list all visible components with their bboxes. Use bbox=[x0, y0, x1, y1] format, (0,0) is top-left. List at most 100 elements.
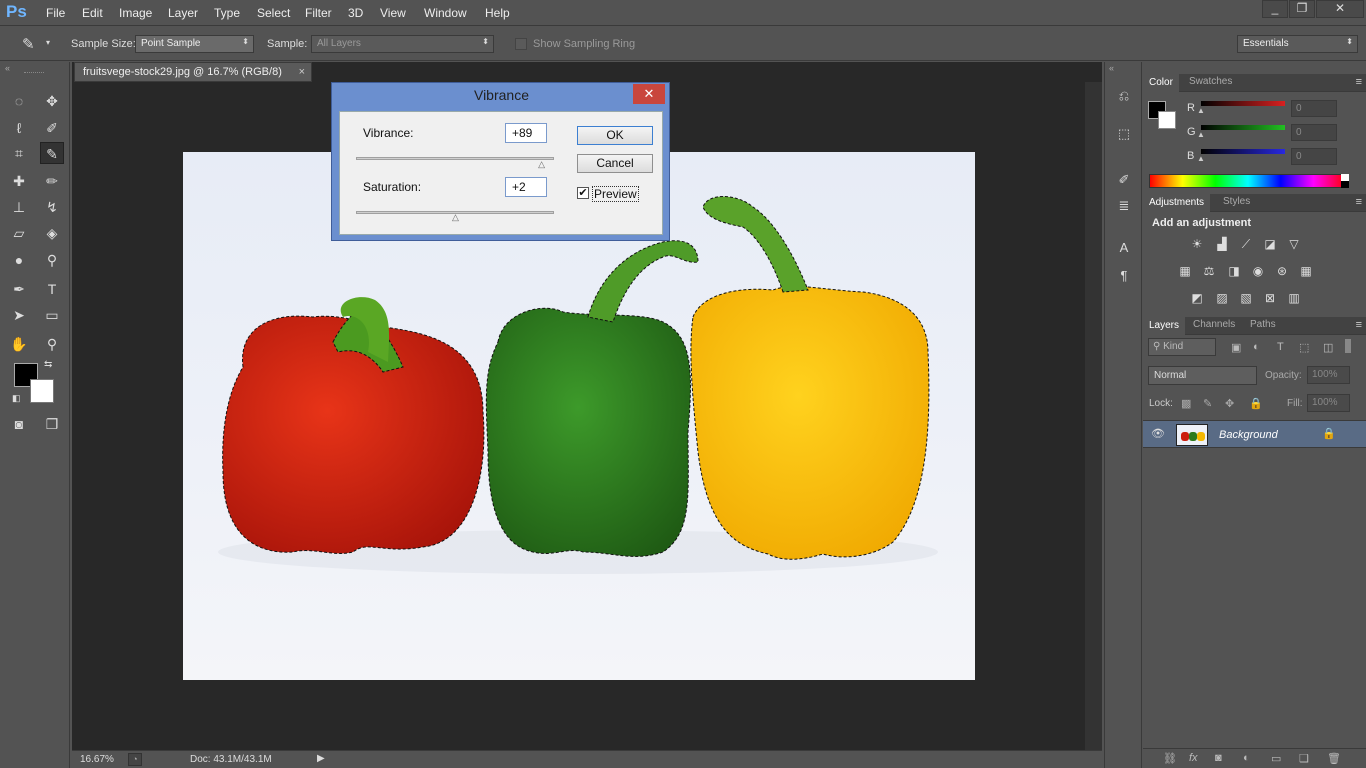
menu-view[interactable]: View bbox=[380, 6, 406, 20]
lock-all-icon[interactable]: 🔒 bbox=[1249, 397, 1263, 410]
menu-select[interactable]: Select bbox=[257, 6, 290, 20]
restore-button[interactable]: ❐ bbox=[1289, 0, 1315, 18]
collapse-icon[interactable]: « bbox=[1109, 63, 1114, 73]
visibility-eye-icon[interactable]: 👁 bbox=[1151, 427, 1165, 440]
marquee-tool-icon[interactable]: ◌ bbox=[7, 90, 31, 112]
paint-bucket-tool-icon[interactable]: ◈ bbox=[40, 222, 64, 244]
panel-menu-icon[interactable]: ≡ bbox=[1356, 319, 1362, 331]
minimize-button[interactable]: _ bbox=[1262, 0, 1288, 18]
status-menu-arrow-icon[interactable]: ▶ bbox=[317, 753, 325, 764]
color-panel-background-swatch[interactable] bbox=[1158, 111, 1176, 129]
swap-colors-icon[interactable]: ⇆ bbox=[44, 359, 52, 370]
zoom-tool-icon[interactable]: ⚲ bbox=[40, 333, 64, 355]
color-balance-icon[interactable]: ⚖ bbox=[1200, 263, 1218, 279]
spectrum-white-chip[interactable] bbox=[1341, 174, 1349, 181]
sample-size-select[interactable]: Point Sample ⬍ bbox=[135, 35, 254, 53]
filter-toggle[interactable] bbox=[1345, 339, 1351, 353]
hand-tool-icon[interactable]: ✋ bbox=[7, 333, 31, 355]
menu-3d[interactable]: 3D bbox=[348, 6, 363, 20]
preview-checkbox[interactable]: ✔ bbox=[577, 187, 589, 199]
new-layer-icon[interactable]: ❑ bbox=[1299, 752, 1309, 765]
document-tab[interactable]: fruitsvege-stock29.jpg @ 16.7% (RGB/8) × bbox=[74, 62, 312, 82]
collapse-icon[interactable]: « bbox=[5, 63, 10, 73]
quick-mask-icon[interactable]: ◙ bbox=[7, 413, 31, 435]
channel-b-value[interactable]: 0 bbox=[1291, 148, 1337, 165]
invert-icon[interactable]: ◩ bbox=[1188, 290, 1206, 306]
rectangle-tool-icon[interactable]: ▭ bbox=[40, 304, 64, 326]
cancel-button[interactable]: Cancel bbox=[577, 154, 653, 173]
curves-icon[interactable]: ⟋ bbox=[1237, 236, 1255, 252]
vibrance-slider[interactable] bbox=[356, 157, 554, 160]
filter-shape-icon[interactable]: ⬚ bbox=[1299, 341, 1309, 354]
blend-mode-select[interactable]: Normal bbox=[1148, 366, 1257, 385]
background-color-swatch[interactable] bbox=[30, 379, 54, 403]
vibrance-slider-thumb[interactable]: △ bbox=[538, 160, 548, 169]
opacity-field[interactable]: 100% bbox=[1307, 366, 1350, 384]
panel-menu-icon[interactable]: ≡ bbox=[1356, 196, 1362, 208]
exposure-icon[interactable]: ◪ bbox=[1261, 236, 1279, 252]
color-lookup-icon[interactable]: ▦ bbox=[1297, 263, 1315, 279]
layer-name[interactable]: Background bbox=[1219, 429, 1278, 441]
default-colors-icon[interactable]: ◧ bbox=[12, 393, 21, 404]
crop-tool-icon[interactable]: ⌗ bbox=[7, 142, 31, 164]
eraser-tool-icon[interactable]: ▱ bbox=[7, 222, 31, 244]
filter-pixel-icon[interactable]: ▣ bbox=[1231, 341, 1241, 354]
show-ring-checkbox[interactable] bbox=[515, 38, 527, 50]
lock-position-icon[interactable]: ✥ bbox=[1225, 397, 1234, 410]
add-mask-icon[interactable]: ◙ bbox=[1215, 752, 1222, 764]
menu-help[interactable]: Help bbox=[485, 6, 510, 20]
tab-color[interactable]: Color bbox=[1143, 74, 1179, 92]
sample-select[interactable]: All Layers ⬍ bbox=[311, 35, 494, 53]
lock-pixels-icon[interactable]: ✎ bbox=[1203, 397, 1212, 410]
workspace-select[interactable]: Essentials ⬍ bbox=[1237, 35, 1358, 53]
channel-r-value[interactable]: 0 bbox=[1291, 100, 1337, 117]
tab-adjustments[interactable]: Adjustments bbox=[1143, 194, 1211, 212]
chevron-down-icon[interactable]: ▾ bbox=[46, 38, 50, 47]
menu-edit[interactable]: Edit bbox=[82, 6, 103, 20]
vibrance-icon[interactable]: ▽ bbox=[1285, 236, 1303, 252]
pen-tool-icon[interactable]: ✒ bbox=[7, 278, 31, 300]
brush-tool-icon[interactable]: ✏ bbox=[40, 170, 64, 192]
move-tool-icon[interactable]: ✥ bbox=[40, 90, 64, 112]
gradient-map-icon[interactable]: ▥ bbox=[1285, 290, 1303, 306]
saturation-input[interactable]: +2 bbox=[505, 177, 547, 197]
posterize-icon[interactable]: ▨ bbox=[1213, 290, 1231, 306]
grip-icon[interactable] bbox=[24, 72, 44, 74]
type-tool-icon[interactable]: T bbox=[40, 278, 64, 300]
tab-layers[interactable]: Layers bbox=[1143, 317, 1186, 335]
lock-transparent-icon[interactable]: ▩ bbox=[1181, 397, 1191, 410]
tab-styles[interactable]: Styles bbox=[1223, 196, 1250, 207]
brush-panel-icon[interactable]: ✐ bbox=[1115, 172, 1133, 190]
close-window-button[interactable]: ✕ bbox=[1316, 0, 1364, 18]
levels-icon[interactable]: ▟ bbox=[1213, 236, 1231, 252]
color-spectrum-ramp[interactable] bbox=[1149, 174, 1347, 188]
brightness-contrast-icon[interactable]: ☀ bbox=[1188, 236, 1206, 252]
screen-mode-icon[interactable]: ❐ bbox=[40, 413, 64, 435]
eyedropper-tool-icon[interactable]: ✎ bbox=[40, 142, 64, 164]
status-info-icon[interactable]: ◔ bbox=[128, 753, 142, 766]
dodge-tool-icon[interactable]: ⚲ bbox=[40, 249, 64, 271]
slider-thumb-icon[interactable]: ▲ bbox=[1197, 106, 1205, 115]
history-brush-tool-icon[interactable]: ↯ bbox=[40, 196, 64, 218]
filter-adjustment-icon[interactable]: ◐ bbox=[1253, 341, 1260, 353]
dialog-close-button[interactable]: ✕ bbox=[633, 84, 665, 104]
menu-filter[interactable]: Filter bbox=[305, 6, 332, 20]
healing-brush-tool-icon[interactable]: ✚ bbox=[7, 170, 31, 192]
menu-image[interactable]: Image bbox=[119, 6, 152, 20]
filter-smart-object-icon[interactable]: ◫ bbox=[1323, 341, 1333, 354]
blur-tool-icon[interactable]: ● bbox=[7, 249, 31, 271]
brush-presets-icon[interactable]: ≣ bbox=[1115, 198, 1133, 216]
layer-style-icon[interactable]: fx bbox=[1189, 752, 1198, 764]
slider-thumb-icon[interactable]: ▲ bbox=[1197, 154, 1205, 163]
new-group-icon[interactable]: ▭ bbox=[1271, 752, 1281, 765]
selective-color-icon[interactable]: ⊠ bbox=[1261, 290, 1279, 306]
channel-g-slider[interactable] bbox=[1201, 125, 1285, 130]
photo-filter-icon[interactable]: ◉ bbox=[1249, 263, 1267, 279]
spectrum-black-chip[interactable] bbox=[1341, 181, 1349, 188]
layer-filter-select[interactable]: ⚲ Kind bbox=[1148, 338, 1216, 356]
character-panel-icon[interactable]: A bbox=[1115, 240, 1133, 258]
link-layers-icon[interactable]: ⛓ bbox=[1163, 752, 1177, 765]
channel-g-value[interactable]: 0 bbox=[1291, 124, 1337, 141]
menu-window[interactable]: Window bbox=[424, 6, 467, 20]
menu-type[interactable]: Type bbox=[214, 6, 240, 20]
